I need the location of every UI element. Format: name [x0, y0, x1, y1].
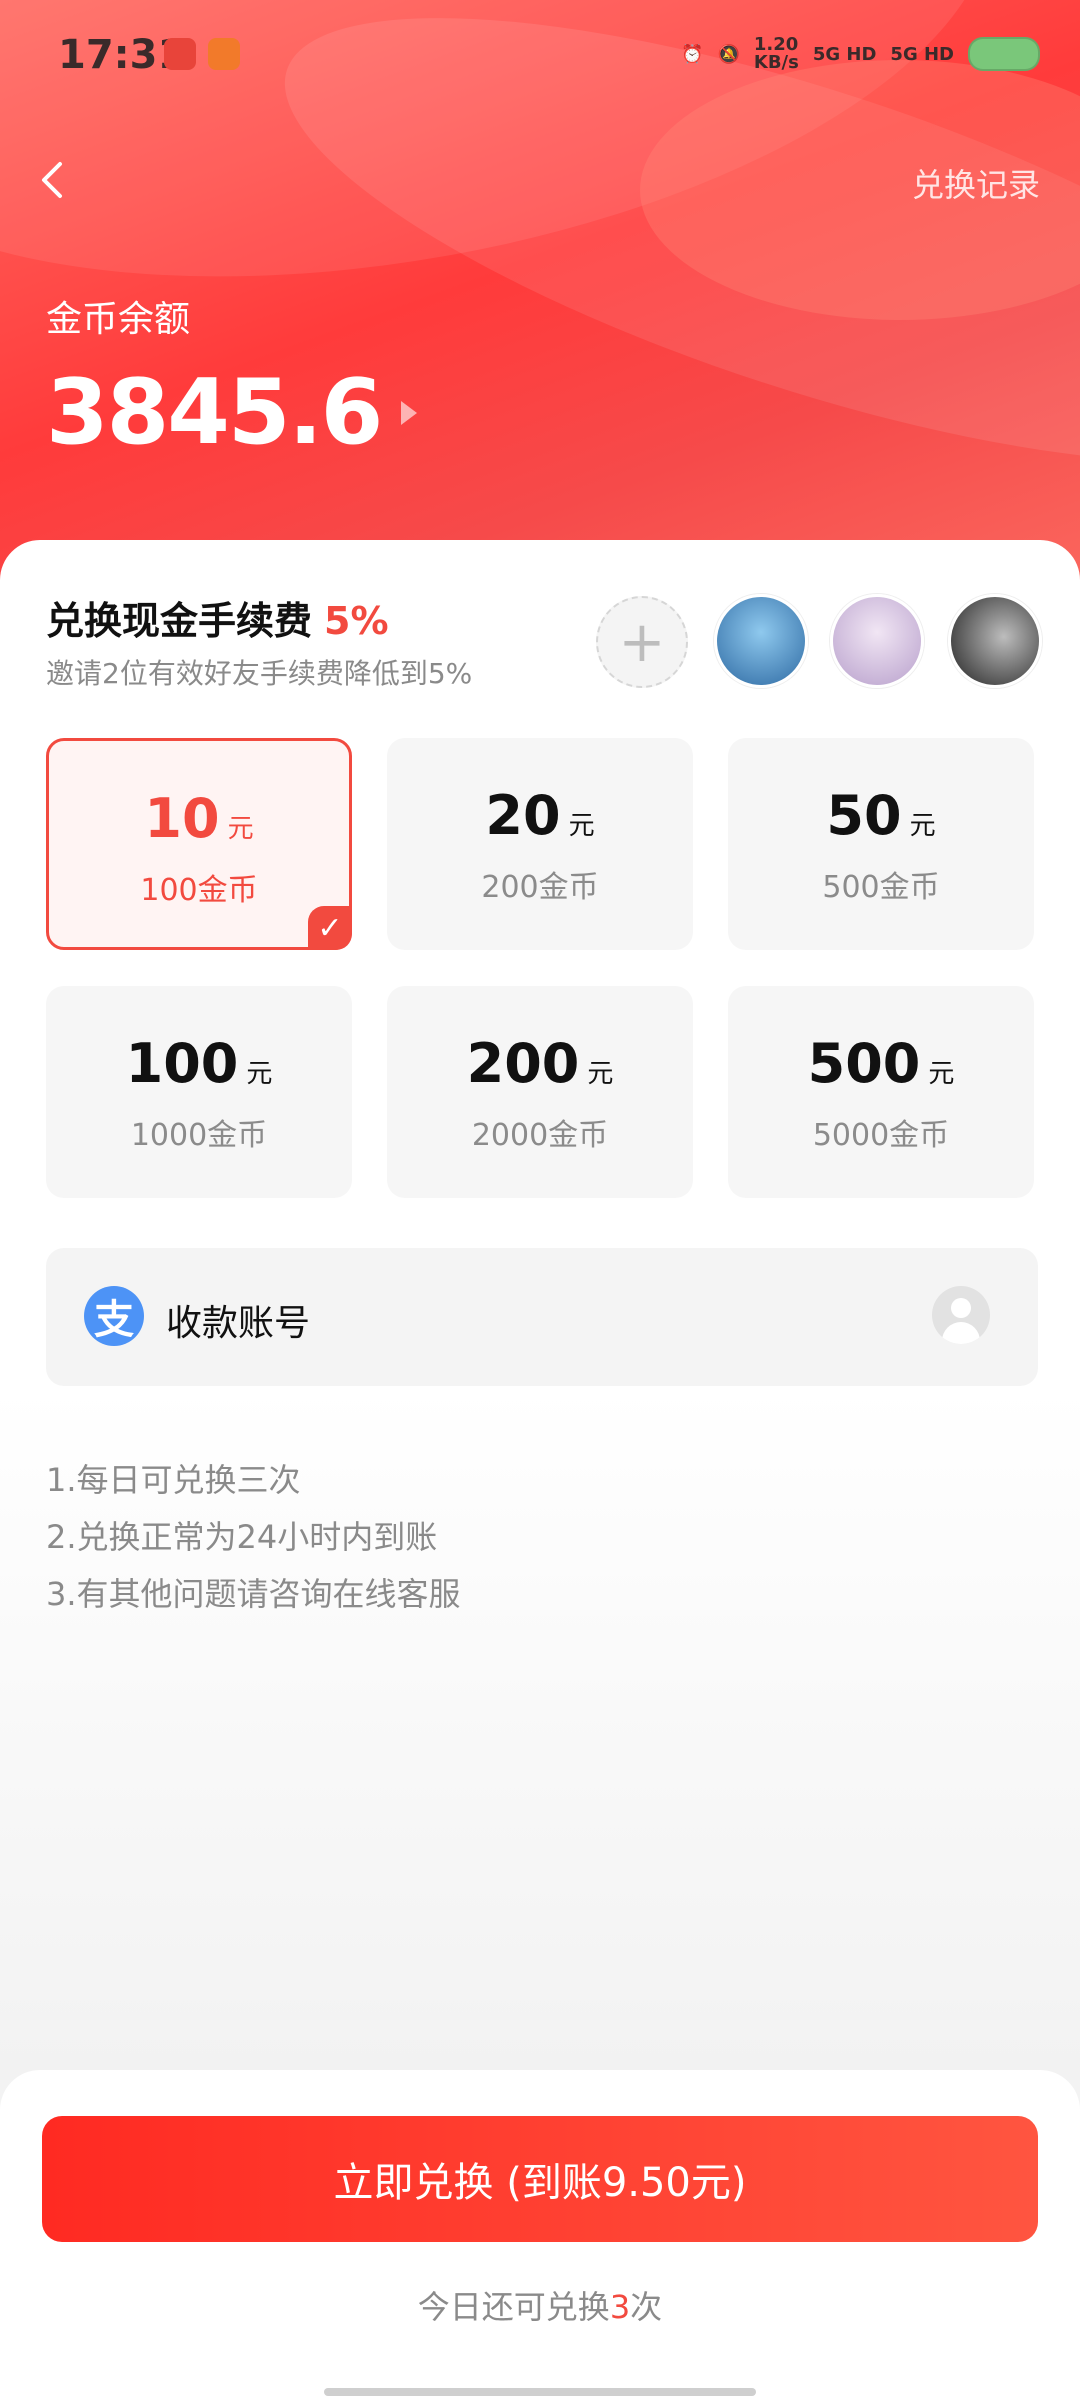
alipay-icon: 支	[84, 1286, 144, 1346]
option-amount: 200 元	[466, 1032, 614, 1095]
battery-icon	[968, 37, 1040, 71]
option-coins: 100金币	[140, 873, 258, 908]
option-coins: 500金币	[822, 870, 940, 905]
remaining-prefix: 今日还可兑换	[417, 2288, 610, 2326]
status-bar: 17:31 ⏰ 🔕 1.20 KB/s 5G HD 5G HD	[0, 22, 1080, 92]
rules-list: 1.每日可兑换三次 2.兑换正常为24小时内到账 3.有其他问题请咨询在线客服	[46, 1452, 461, 1623]
rule-item: 3.有其他问题请咨询在线客服	[46, 1575, 461, 1613]
remaining-count: 3	[609, 2288, 631, 2326]
invite-friend-button[interactable]: +	[596, 596, 688, 688]
back-arrow-icon[interactable]	[34, 160, 74, 200]
balance-value: 3845.6	[46, 360, 383, 465]
checkmark-icon: ✓	[308, 906, 352, 950]
bottom-panel: 立即兑换 (到账9.50元) 今日还可兑换3次	[0, 2070, 1080, 2400]
fee-title-text: 兑换现金手续费	[46, 599, 313, 643]
app-notification-icon	[208, 38, 240, 70]
option-amount: 100 元	[125, 1032, 273, 1095]
option-500[interactable]: 500 元 5000金币	[728, 986, 1034, 1198]
option-10[interactable]: 10 元 100金币 ✓	[46, 738, 352, 950]
remaining-times: 今日还可兑换3次	[0, 2282, 1080, 2328]
option-coins: 5000金币	[812, 1118, 950, 1153]
fee-percent: 5%	[324, 599, 389, 643]
app-notification-icon	[164, 38, 196, 70]
option-200[interactable]: 200 元 2000金币	[387, 986, 693, 1198]
option-50[interactable]: 50 元 500金币	[728, 738, 1034, 950]
alarm-icon: ⏰	[681, 43, 704, 65]
option-coins: 1000金币	[130, 1118, 268, 1153]
fee-subtitle: 邀请2位有效好友手续费降低到5%	[46, 657, 473, 690]
header-banner: 17:31 ⏰ 🔕 1.20 KB/s 5G HD 5G HD 兑换记录 金币余…	[0, 0, 1080, 620]
rule-item: 1.每日可兑换三次	[46, 1461, 301, 1499]
network-speed: 1.20 KB/s	[753, 34, 799, 73]
friend-avatar[interactable]	[714, 594, 808, 688]
friend-avatar[interactable]	[830, 594, 924, 688]
option-amount: 500 元	[807, 1032, 955, 1095]
arrow-right-icon	[401, 400, 418, 425]
option-amount: 20 元	[485, 784, 595, 847]
fee-title: 兑换现金手续费 5%	[46, 590, 389, 645]
balance-row[interactable]: 3845.6	[46, 360, 418, 465]
rule-item: 2.兑换正常为24小时内到账	[46, 1518, 438, 1556]
exchange-card: 兑换现金手续费 5% 邀请2位有效好友手续费降低到5% + 10 元 100金币 ✓…	[0, 540, 1080, 2080]
account-label: 收款账号	[166, 1303, 311, 1344]
option-20[interactable]: 20 元 200金币	[387, 738, 693, 950]
signal-sim1: 5G HD	[812, 43, 877, 65]
balance-label: 金币余额	[46, 299, 191, 340]
user-avatar-icon	[932, 1286, 990, 1344]
option-coins: 200金币	[481, 870, 599, 905]
option-amount: 10 元	[144, 787, 254, 850]
home-indicator[interactable]	[324, 2388, 756, 2396]
mute-icon: 🔕	[717, 43, 740, 65]
friend-avatar[interactable]	[948, 594, 1042, 688]
plus-icon: +	[618, 609, 666, 675]
exchange-record-link[interactable]: 兑换记录	[912, 160, 1040, 206]
payment-account-row[interactable]: 支 收款账号	[46, 1248, 1038, 1386]
option-amount: 50 元	[826, 784, 936, 847]
option-100[interactable]: 100 元 1000金币	[46, 986, 352, 1198]
exchange-now-button[interactable]: 立即兑换 (到账9.50元)	[42, 2116, 1038, 2242]
remaining-suffix: 次	[630, 2288, 663, 2326]
option-coins: 2000金币	[471, 1118, 609, 1153]
signal-sim2: 5G HD	[890, 43, 954, 65]
status-icons: ⏰ 🔕 1.20 KB/s 5G HD 5G HD	[681, 36, 1040, 72]
